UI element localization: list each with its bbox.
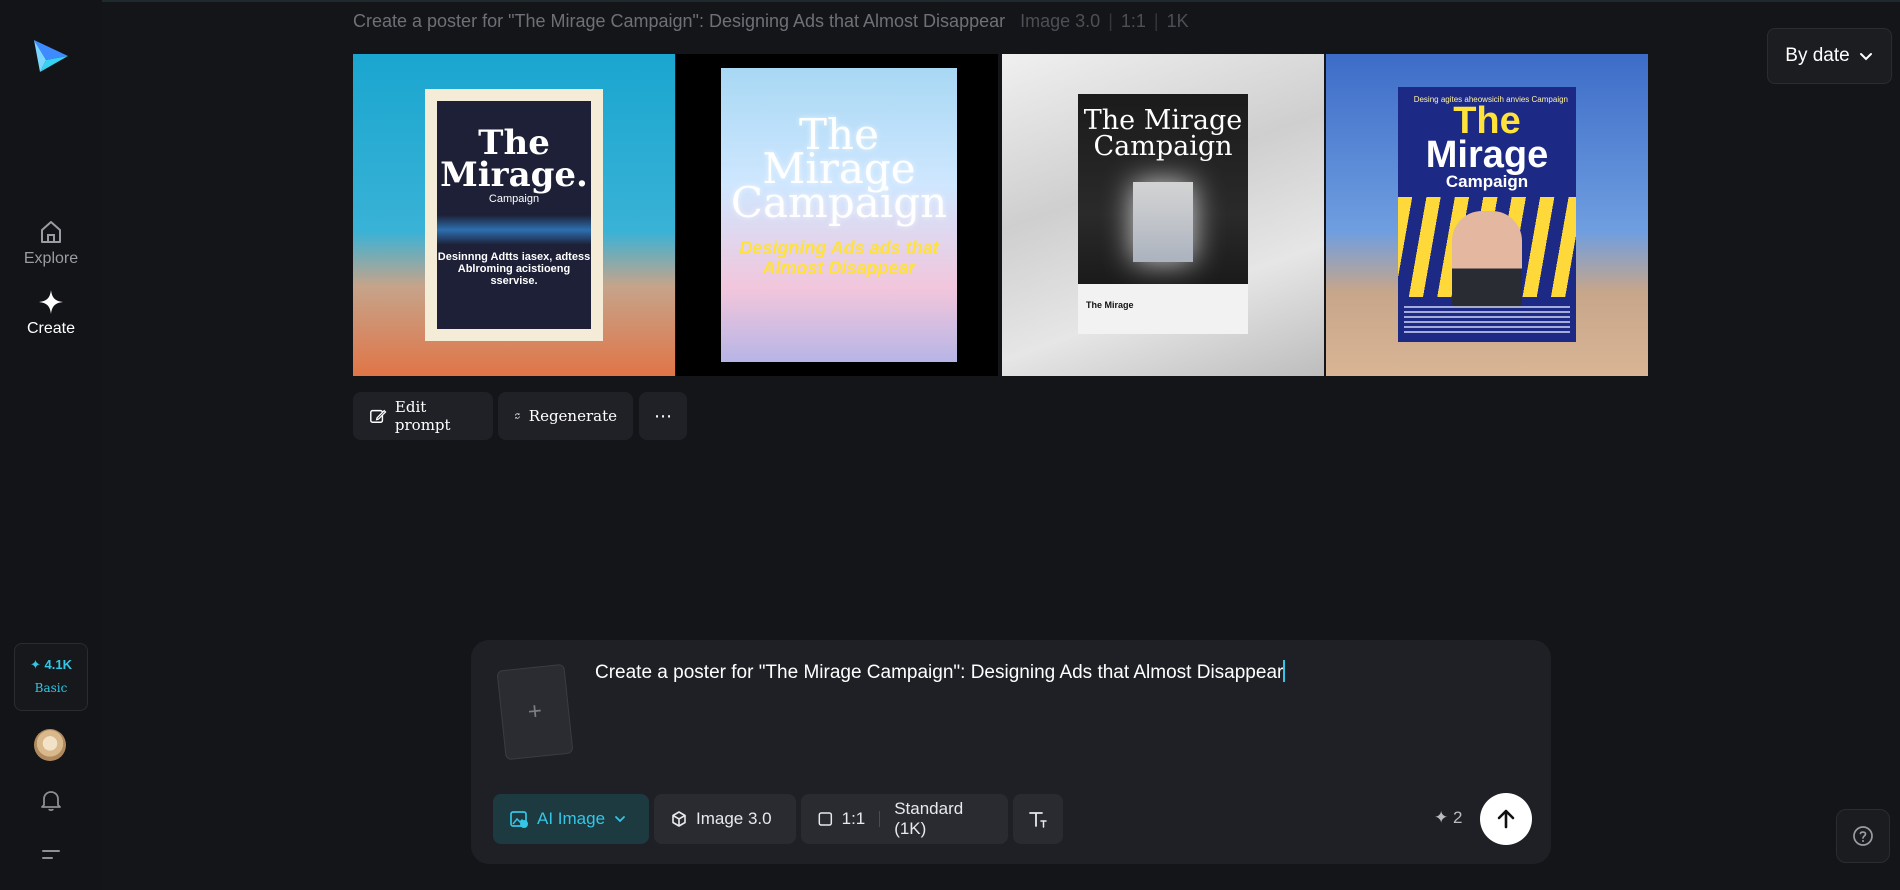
avatar[interactable] <box>34 729 66 761</box>
generation-prompt-text: Create a poster for "The Mirage Campaign… <box>353 11 1006 31</box>
home-icon <box>41 221 61 243</box>
more-icon: ⋯ <box>654 405 672 427</box>
prompt-composer: + Create a poster for "The Mirage Campai… <box>471 640 1551 864</box>
model-label: Image 3.0 <box>696 809 772 828</box>
bell-icon[interactable] <box>37 786 65 814</box>
cube-icon <box>672 811 686 827</box>
sidebar-item-label: Create <box>26 320 76 337</box>
quality-label: Standard (1K) <box>894 799 964 838</box>
poster-2: The Mirage Campaign Designing Ads ads th… <box>721 68 957 362</box>
poster-footer: The Mirage <box>1078 284 1248 334</box>
generation-ratio: 1:1 <box>1120 11 1146 31</box>
model-selector[interactable]: Image 3.0 <box>654 794 796 844</box>
generation-prompt-header: Create a poster for "The Mirage Campaign… <box>353 11 1189 31</box>
prompt-input-value: Create a poster for "The Mirage Campaign… <box>595 662 1284 683</box>
poster-1: The Mirage. Campaign Desinnng Adtts iase… <box>425 89 603 341</box>
poster-tagline: Designing Ads ads that Almost Disappear <box>739 238 939 278</box>
help-icon <box>1853 826 1873 846</box>
send-button[interactable] <box>1480 793 1532 845</box>
mode-label: AI Image <box>537 809 606 828</box>
edit-prompt-button[interactable]: Edit prompt <box>353 392 493 440</box>
sidebar-item-label: Explore <box>23 250 79 267</box>
plan-label: Basic <box>34 681 68 695</box>
sort-label: By date <box>1785 45 1850 66</box>
portrait-figure <box>1452 211 1522 307</box>
chevron-down-icon <box>615 816 625 823</box>
credits-amount: ✦ 4.1K <box>30 657 72 672</box>
menu-icon[interactable] <box>37 840 65 868</box>
generated-image-2[interactable]: The Mirage Campaign Designing Ads ads th… <box>676 54 998 376</box>
upload-reference-button[interactable]: + <box>496 663 574 761</box>
sort-dropdown[interactable]: By date <box>1767 28 1892 84</box>
generation-resolution: 1K <box>1166 11 1189 31</box>
text-caret <box>1283 660 1286 682</box>
refresh-icon <box>515 413 520 419</box>
poster-3: The Mirage Campaign The Mirage <box>1078 94 1248 334</box>
generated-image-1[interactable]: The Mirage. Campaign Desinnng Adtts iase… <box>353 54 675 376</box>
text-format-icon <box>1029 812 1047 828</box>
prompt-input[interactable]: Create a poster for "The Mirage Campaign… <box>595 660 1515 700</box>
credit-cost: ✦ 2 <box>1434 808 1463 827</box>
chevron-down-icon <box>1859 53 1872 61</box>
generation-model: Image 3.0 <box>1020 11 1101 31</box>
sidebar-item-explore[interactable]: Explore <box>0 218 102 268</box>
poster-title: The Mirage. <box>440 123 588 195</box>
generated-image-3[interactable]: The Mirage Campaign The Mirage <box>1002 54 1324 376</box>
paper-plane-logo[interactable] <box>32 36 70 74</box>
aspect-ratio-icon <box>818 812 833 826</box>
poster-subtitle: Campaign <box>1445 172 1529 191</box>
credits-badge[interactable]: ✦ 4.1K Basic <box>14 643 88 711</box>
sidebar-item-create[interactable]: Create <box>0 288 102 338</box>
poster-4: Desing agites aheowsicih anvies Campaign… <box>1398 87 1576 342</box>
sparkle-icon <box>39 290 63 314</box>
top-border <box>0 0 1900 2</box>
ratio-quality-selector[interactable]: 1:1 Standard (1K) <box>801 794 1008 844</box>
text-style-button[interactable] <box>1013 794 1063 844</box>
sidebar: Explore Create ✦ 4.1K Basic <box>0 0 102 890</box>
edit-prompt-label: Edit prompt <box>394 398 451 434</box>
regenerate-button[interactable]: Regenerate <box>498 392 633 440</box>
poster-body: Desinnng Adtts iasex, adtess Ablroming a… <box>437 251 591 287</box>
help-button[interactable] <box>1836 809 1890 863</box>
arrow-up-icon <box>1497 809 1515 829</box>
mode-selector[interactable]: AI Image <box>493 794 649 844</box>
edit-icon <box>370 409 387 423</box>
poster-title: The Mirage Campaign <box>730 110 948 227</box>
regenerate-label: Regenerate <box>528 407 617 425</box>
poster-title: The Mirage <box>1425 100 1549 176</box>
ratio-label: 1:1 <box>841 809 866 828</box>
poster-title: The Mirage Campaign <box>1083 105 1243 162</box>
generated-image-4[interactable]: Desing agites aheowsicih anvies Campaign… <box>1326 54 1648 376</box>
ai-image-icon <box>510 811 528 828</box>
more-options-button[interactable]: ⋯ <box>639 392 687 440</box>
plus-icon: + <box>526 697 544 726</box>
